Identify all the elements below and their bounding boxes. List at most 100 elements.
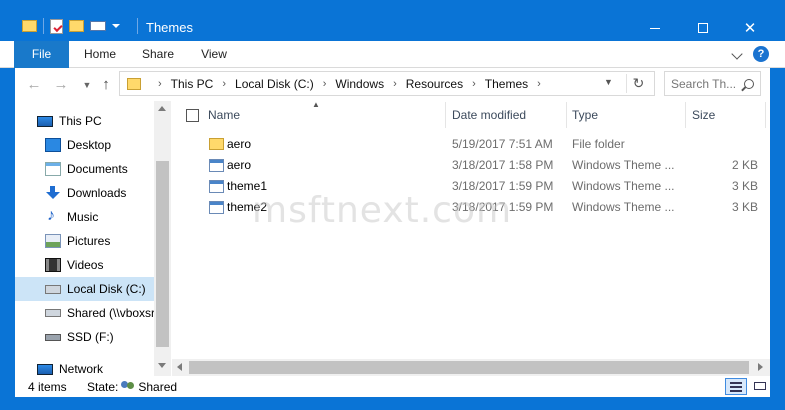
breadcrumb-local-disk[interactable]: Local Disk (C:)	[235, 77, 314, 91]
column-divider[interactable]	[685, 102, 686, 128]
back-arrow-icon[interactable]: ←	[24, 76, 44, 94]
nav-item-downloads[interactable]: Downloads	[45, 181, 126, 205]
folder-icon	[209, 138, 224, 150]
file-type: File folder	[572, 137, 625, 151]
details-view-button[interactable]	[725, 378, 747, 395]
file-size: 3 KB	[731, 200, 758, 214]
breadcrumb-chevron-icon[interactable]: ›	[537, 78, 541, 90]
breadcrumb-this-pc[interactable]: This PC	[171, 77, 214, 91]
share-state: State: Shared	[87, 380, 177, 394]
column-header-type[interactable]: Type	[572, 108, 598, 122]
scrollbar-thumb[interactable]	[156, 161, 169, 347]
folder-icon	[22, 20, 37, 32]
address-history-chevron-icon[interactable]: ▼	[604, 77, 613, 87]
breadcrumb-themes[interactable]: Themes	[485, 77, 528, 91]
shared-users-icon	[120, 381, 136, 393]
file-list-horizontal-scrollbar[interactable]	[172, 359, 770, 376]
navigation-pane: This PC Desktop Documents Downloads Musi…	[15, 101, 171, 376]
column-divider[interactable]	[566, 102, 567, 128]
minimize-button[interactable]	[632, 15, 678, 41]
downloads-icon	[45, 186, 61, 200]
nav-item-label: Shared (\\vboxsr	[67, 306, 156, 320]
nav-item-label: Documents	[67, 162, 128, 176]
file-type: Windows Theme ...	[572, 158, 675, 172]
scroll-left-arrow-icon[interactable]	[177, 363, 182, 371]
nav-pane-scrollbar[interactable]	[154, 101, 171, 376]
column-header-size[interactable]: Size	[692, 108, 715, 122]
nav-item-local-disk[interactable]: Local Disk (C:)	[15, 277, 154, 301]
minimize-icon	[650, 27, 660, 29]
search-placeholder: Search Th...	[671, 76, 737, 91]
nav-item-shared-drive[interactable]: Shared (\\vboxsr	[45, 301, 155, 325]
videos-icon	[45, 258, 61, 272]
window-title: Themes	[146, 20, 193, 35]
local-disk-icon	[45, 284, 61, 294]
up-arrow-icon[interactable]: ↑	[96, 76, 116, 94]
file-row[interactable]: aero 5/19/2017 7:51 AM File folder	[200, 134, 765, 154]
expand-ribbon-chevron-icon[interactable]	[731, 48, 743, 60]
item-count: 4 items	[28, 380, 67, 394]
file-row[interactable]: aero 3/18/2017 1:58 PM Windows Theme ...…	[200, 155, 765, 175]
breadcrumb-chevron-icon[interactable]: ›	[393, 78, 397, 90]
tab-view[interactable]: View	[188, 41, 240, 68]
select-all-checkbox[interactable]	[186, 109, 199, 122]
window-frame	[770, 68, 785, 410]
nav-item-label: This PC	[59, 114, 102, 128]
scrollbar-thumb[interactable]	[189, 361, 749, 374]
recent-locations-chevron-icon[interactable]: ▼	[77, 76, 97, 94]
status-bar: 4 items State: Shared	[15, 376, 770, 397]
toolbar-divider	[43, 18, 44, 34]
ribbon: File Home Share View ?	[0, 41, 785, 68]
nav-item-desktop[interactable]: Desktop	[45, 133, 111, 157]
maximize-button[interactable]	[680, 15, 726, 41]
details-view-icon	[730, 390, 742, 392]
address-bar[interactable]: › This PC › Local Disk (C:) › Windows › …	[119, 71, 655, 96]
details-view-icon	[730, 386, 742, 388]
breadcrumb-chevron-icon[interactable]: ›	[472, 78, 476, 90]
column-header-name[interactable]: Name	[208, 108, 240, 122]
scroll-up-arrow-icon[interactable]	[158, 106, 166, 111]
search-icon	[744, 78, 754, 89]
pc-icon	[37, 115, 53, 127]
file-type: Windows Theme ...	[572, 179, 675, 193]
new-folder-icon[interactable]	[69, 20, 84, 32]
tab-home[interactable]: Home	[70, 41, 130, 68]
forward-arrow-icon[interactable]: →	[51, 76, 71, 94]
navigation-bar: ← → ▼ ↑ › This PC › Local Disk (C:) › Wi…	[0, 69, 785, 101]
nav-item-pictures[interactable]: Pictures	[45, 229, 110, 253]
nav-item-ssd[interactable]: SSD (F:)	[45, 325, 114, 349]
tab-share[interactable]: Share	[133, 41, 183, 68]
nav-item-label: Downloads	[67, 186, 127, 200]
properties-icon[interactable]	[50, 18, 63, 34]
title-bar: Themes ✕	[0, 0, 785, 41]
column-header-date[interactable]: Date modified	[452, 108, 526, 122]
column-divider[interactable]	[765, 102, 766, 128]
nav-item-label: Desktop	[67, 138, 112, 152]
breadcrumb-chevron-icon[interactable]: ›	[323, 78, 327, 90]
nav-item-network[interactable]: Network	[37, 357, 103, 376]
quick-access-toolbar	[22, 18, 120, 34]
nav-item-this-pc[interactable]: This PC	[37, 109, 102, 133]
scroll-right-arrow-icon[interactable]	[758, 363, 763, 371]
file-name: aero	[227, 137, 252, 151]
file-size: 2 KB	[731, 158, 758, 172]
nav-item-documents[interactable]: Documents	[45, 157, 128, 181]
scroll-down-arrow-icon[interactable]	[158, 363, 166, 368]
close-button[interactable]: ✕	[727, 15, 773, 41]
breadcrumb-chevron-icon[interactable]: ›	[158, 78, 162, 90]
rename-icon[interactable]	[90, 21, 106, 31]
breadcrumb-chevron-icon[interactable]: ›	[222, 78, 226, 90]
customize-toolbar-chevron-icon[interactable]	[112, 24, 120, 28]
breadcrumb-resources[interactable]: Resources	[406, 77, 463, 91]
nav-item-videos[interactable]: Videos	[45, 253, 103, 277]
column-divider[interactable]	[445, 102, 446, 128]
theme-file-icon	[209, 158, 224, 172]
tab-file[interactable]: File	[14, 41, 69, 68]
nav-item-label: Pictures	[67, 234, 111, 248]
breadcrumb-windows[interactable]: Windows	[335, 77, 384, 91]
nav-item-music[interactable]: Music	[45, 205, 98, 229]
search-box[interactable]: Search Th...	[664, 71, 761, 96]
help-icon[interactable]: ?	[753, 46, 769, 62]
large-icons-view-button[interactable]	[750, 378, 770, 395]
refresh-icon[interactable]: ↻	[626, 74, 650, 93]
